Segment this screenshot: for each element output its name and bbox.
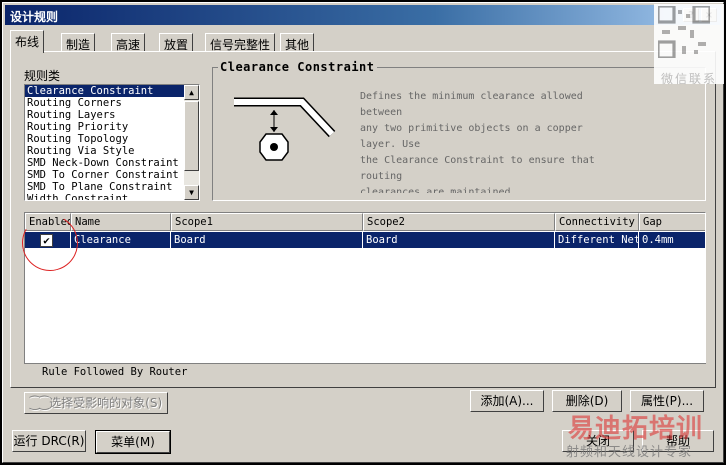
description-line: Defines the minimum clearance allowed [360, 91, 583, 102]
description-line: between [360, 107, 403, 118]
gap-cell[interactable]: 0.4mm [639, 232, 705, 248]
clearance-diagram-icon [234, 97, 336, 161]
description-line: clearances are maintained [360, 187, 511, 193]
col-name[interactable]: Name [71, 213, 171, 231]
connectivity-cell[interactable]: Different Nets [555, 232, 639, 248]
run-drc-button[interactable]: 运行 DRC(R) [12, 430, 86, 452]
window-title: 设计规则 [10, 10, 59, 24]
list-scrollbar[interactable]: ▲ ▼ [184, 85, 199, 200]
list-item[interactable]: Routing Via Style [25, 145, 185, 157]
scroll-down-icon[interactable]: ▼ [184, 185, 199, 200]
rule-classes-label: 规则类 [24, 69, 61, 83]
qr-code-overlay: 微信联系 [654, 4, 724, 86]
watermark-brand: 易迪拓培训 [568, 414, 704, 444]
title-bar[interactable]: 设计规则 ? × [5, 5, 721, 25]
col-scope1[interactable]: Scope1 [171, 213, 363, 231]
select-affected-objects-button[interactable]: ⁐⁐选择受影响的对象(S) [24, 392, 168, 414]
col-gap[interactable]: Gap [639, 213, 705, 231]
description-line: routing [360, 171, 403, 182]
list-item[interactable]: Routing Topology [25, 133, 185, 145]
list-item[interactable]: SMD Neck-Down Constraint [25, 157, 185, 169]
description-text: Defines the minimum clearance allowed be… [360, 89, 598, 193]
add-button[interactable]: 添加(A)... [470, 390, 544, 412]
description-title: Clearance Constraint [218, 60, 377, 74]
scope2-cell[interactable]: Board [363, 232, 555, 248]
scroll-up-icon[interactable]: ▲ [184, 85, 199, 100]
tab-placement[interactable]: 放置 [159, 33, 194, 52]
description-line: the Clearance Constraint to ensure that [360, 155, 595, 166]
menu-button[interactable]: 菜单(M) [95, 430, 171, 454]
list-item[interactable]: Width Constraint [25, 193, 185, 200]
description-line: layer. Use [360, 139, 421, 150]
rules-table: Enabled Name Scope1 Scope2 Connectivity … [24, 212, 706, 380]
description-line: any two primitive objects on a copper [360, 123, 583, 134]
table-row[interactable]: ✔ Clearance Board Board Different Nets 0… [25, 232, 705, 248]
watermark-subtitle: 射频和天线设计专家 [566, 445, 693, 460]
tab-high-speed[interactable]: 高速 [111, 33, 146, 52]
qr-caption: 微信联系 [660, 72, 717, 86]
scope1-cell[interactable]: Board [171, 232, 363, 248]
name-cell[interactable]: Clearance [71, 232, 171, 248]
list-item[interactable]: Routing Layers [25, 109, 185, 121]
tab-other[interactable]: 其他 [280, 33, 315, 52]
list-item[interactable]: Routing Corners [25, 97, 185, 109]
tab-routing[interactable]: 布线 [10, 30, 45, 53]
col-scope2[interactable]: Scope2 [363, 213, 555, 231]
list-item[interactable]: SMD To Corner Constraint [25, 169, 185, 181]
tab-manufacturing[interactable]: 制造 [61, 33, 96, 52]
list-item[interactable]: Routing Priority [25, 121, 185, 133]
scroll-thumb[interactable] [184, 101, 199, 171]
router-status: Rule Followed By Router [24, 363, 706, 380]
table-header: Enabled Name Scope1 Scope2 Connectivity … [25, 213, 705, 231]
qr-code-icon [658, 6, 710, 58]
rule-classes-list[interactable]: Clearance Constraint Routing Corners Rou… [24, 84, 200, 201]
list-item[interactable]: Clearance Constraint [25, 85, 185, 97]
list-item[interactable]: SMD To Plane Constraint [25, 181, 185, 193]
col-connectivity[interactable]: Connectivity [555, 213, 639, 231]
tab-signal-integrity[interactable]: 信号完整性 [205, 33, 276, 52]
